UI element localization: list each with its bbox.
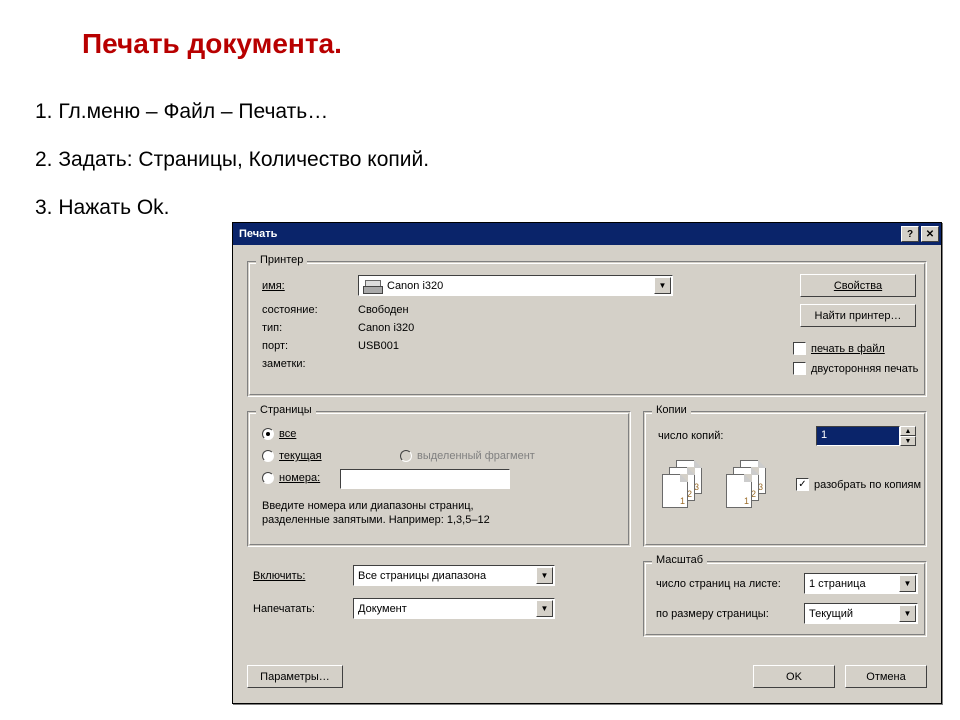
print-what-value: Документ <box>358 603 407 615</box>
printer-name-select[interactable]: Canon i320 ▼ <box>358 275 673 296</box>
printer-status-value: Свободен <box>358 304 409 316</box>
print-to-file-checkbox[interactable]: печать в файл <box>793 342 885 355</box>
copies-count-label-text: число копий: <box>658 430 723 442</box>
help-button[interactable]: ? <box>901 226 919 242</box>
pages-numbers-radio[interactable]: номера: <box>262 472 320 484</box>
printer-type-label: тип: <box>262 322 282 334</box>
radio-icon <box>262 472 274 484</box>
pages-group: Страницы все текущая выделенный фрагмент… <box>247 411 631 547</box>
duplex-label: двусторонняя печать <box>811 363 918 375</box>
find-printer-button-label: Найти принтер… <box>815 310 902 322</box>
printer-notes-label: заметки: <box>262 358 306 370</box>
titlebar[interactable]: Печать ? ✕ <box>233 223 941 245</box>
radio-icon <box>400 450 412 462</box>
list-item: 1. Гл.меню – Файл – Печать… <box>35 100 429 124</box>
close-button[interactable]: ✕ <box>921 226 939 242</box>
pages-hint-line1: Введите номера или диапазоны страниц, <box>262 500 490 514</box>
collate-label: разобрать по копиям <box>814 479 921 491</box>
chevron-down-icon[interactable]: ▼ <box>899 575 916 592</box>
pages-per-sheet-value: 1 страница <box>809 578 866 590</box>
chevron-down-icon[interactable]: ▼ <box>899 605 916 622</box>
printer-icon <box>363 278 383 294</box>
copies-count-value[interactable]: 1 <box>816 426 900 446</box>
printer-port-label: порт: <box>262 340 288 352</box>
pages-current-radio[interactable]: текущая <box>262 450 322 462</box>
options-button-label: Параметры… <box>260 671 330 683</box>
copies-group-title: Копии <box>652 404 691 416</box>
find-printer-button[interactable]: Найти принтер… <box>800 304 916 327</box>
collate-preview-icon: 3 2 1 <box>662 460 708 506</box>
copies-count-label: число копий: <box>658 430 723 442</box>
copies-group: Копии число копий: 1 ▲ ▼ 3 2 1 <box>643 411 927 547</box>
printer-group-title: Принтер <box>256 254 307 266</box>
pages-per-sheet-select[interactable]: 1 страница ▼ <box>804 573 918 594</box>
printer-type-value: Canon i320 <box>358 322 414 334</box>
collate-checkbox[interactable]: ✓ разобрать по копиям <box>796 478 921 491</box>
include-select[interactable]: Все страницы диапазона ▼ <box>353 565 555 586</box>
print-dialog: Печать ? ✕ Принтер имя: Canon i320 ▼ сос… <box>232 222 942 704</box>
collate-preview-icon: 3 2 1 <box>726 460 772 506</box>
list-item: 2. Задать: Страницы, Количество копий. <box>35 148 429 172</box>
copies-count-spinner[interactable]: 1 ▲ ▼ <box>816 426 916 446</box>
print-what-label: Напечатать: <box>253 603 315 615</box>
chevron-down-icon[interactable]: ▼ <box>536 567 553 584</box>
cancel-button-label: Отмена <box>866 671 905 683</box>
properties-button[interactable]: Свойства <box>800 274 916 297</box>
checkbox-icon <box>793 342 806 355</box>
spinner-up-icon[interactable]: ▲ <box>900 426 916 436</box>
include-value: Все страницы диапазона <box>358 570 486 582</box>
printer-name-label: имя: <box>262 280 285 292</box>
pages-selection-label: выделенный фрагмент <box>417 450 535 462</box>
list-item: 3. Нажать Ok. <box>35 196 429 220</box>
pages-all-label: все <box>279 428 296 440</box>
fit-to-label: по размеру страницы: <box>656 608 769 620</box>
scale-group: Масштаб число страниц на листе: 1 страни… <box>643 561 927 637</box>
fit-to-select[interactable]: Текущий ▼ <box>804 603 918 624</box>
pages-group-title: Страницы <box>256 404 316 416</box>
printer-status-label: состояние: <box>262 304 318 316</box>
options-button[interactable]: Параметры… <box>247 665 343 688</box>
print-what-select[interactable]: Документ ▼ <box>353 598 555 619</box>
pages-numbers-input[interactable] <box>340 469 510 489</box>
dialog-title: Печать <box>239 228 277 240</box>
cancel-button[interactable]: Отмена <box>845 665 927 688</box>
scale-group-title: Масштаб <box>652 554 707 566</box>
printer-port-value: USB001 <box>358 340 399 352</box>
pages-selection-radio: выделенный фрагмент <box>400 450 535 462</box>
pages-numbers-label: номера: <box>279 472 320 484</box>
ok-button[interactable]: OK <box>753 665 835 688</box>
checkbox-icon <box>793 362 806 375</box>
include-label: Включить: <box>253 570 305 582</box>
fit-to-value: Текущий <box>809 608 853 620</box>
print-to-file-label: печать в файл <box>811 343 885 355</box>
ok-button-label: OK <box>786 671 802 683</box>
chevron-down-icon[interactable]: ▼ <box>536 600 553 617</box>
pages-current-label: текущая <box>279 450 322 462</box>
pages-per-sheet-label: число страниц на листе: <box>656 578 781 590</box>
page-title: Печать документа. <box>82 28 342 60</box>
printer-name-value: Canon i320 <box>387 280 443 292</box>
radio-icon <box>262 428 274 440</box>
pages-all-radio[interactable]: все <box>262 428 296 440</box>
printer-group: Принтер имя: Canon i320 ▼ состояние: Сво… <box>247 261 927 397</box>
properties-button-label: Свойства <box>834 280 882 292</box>
pages-hint-line2: разделенные запятыми. Например: 1,3,5–12 <box>262 514 490 528</box>
chevron-down-icon[interactable]: ▼ <box>654 277 671 294</box>
checkbox-icon: ✓ <box>796 478 809 491</box>
duplex-checkbox[interactable]: двусторонняя печать <box>793 362 918 375</box>
spinner-down-icon[interactable]: ▼ <box>900 436 916 446</box>
radio-icon <box>262 450 274 462</box>
